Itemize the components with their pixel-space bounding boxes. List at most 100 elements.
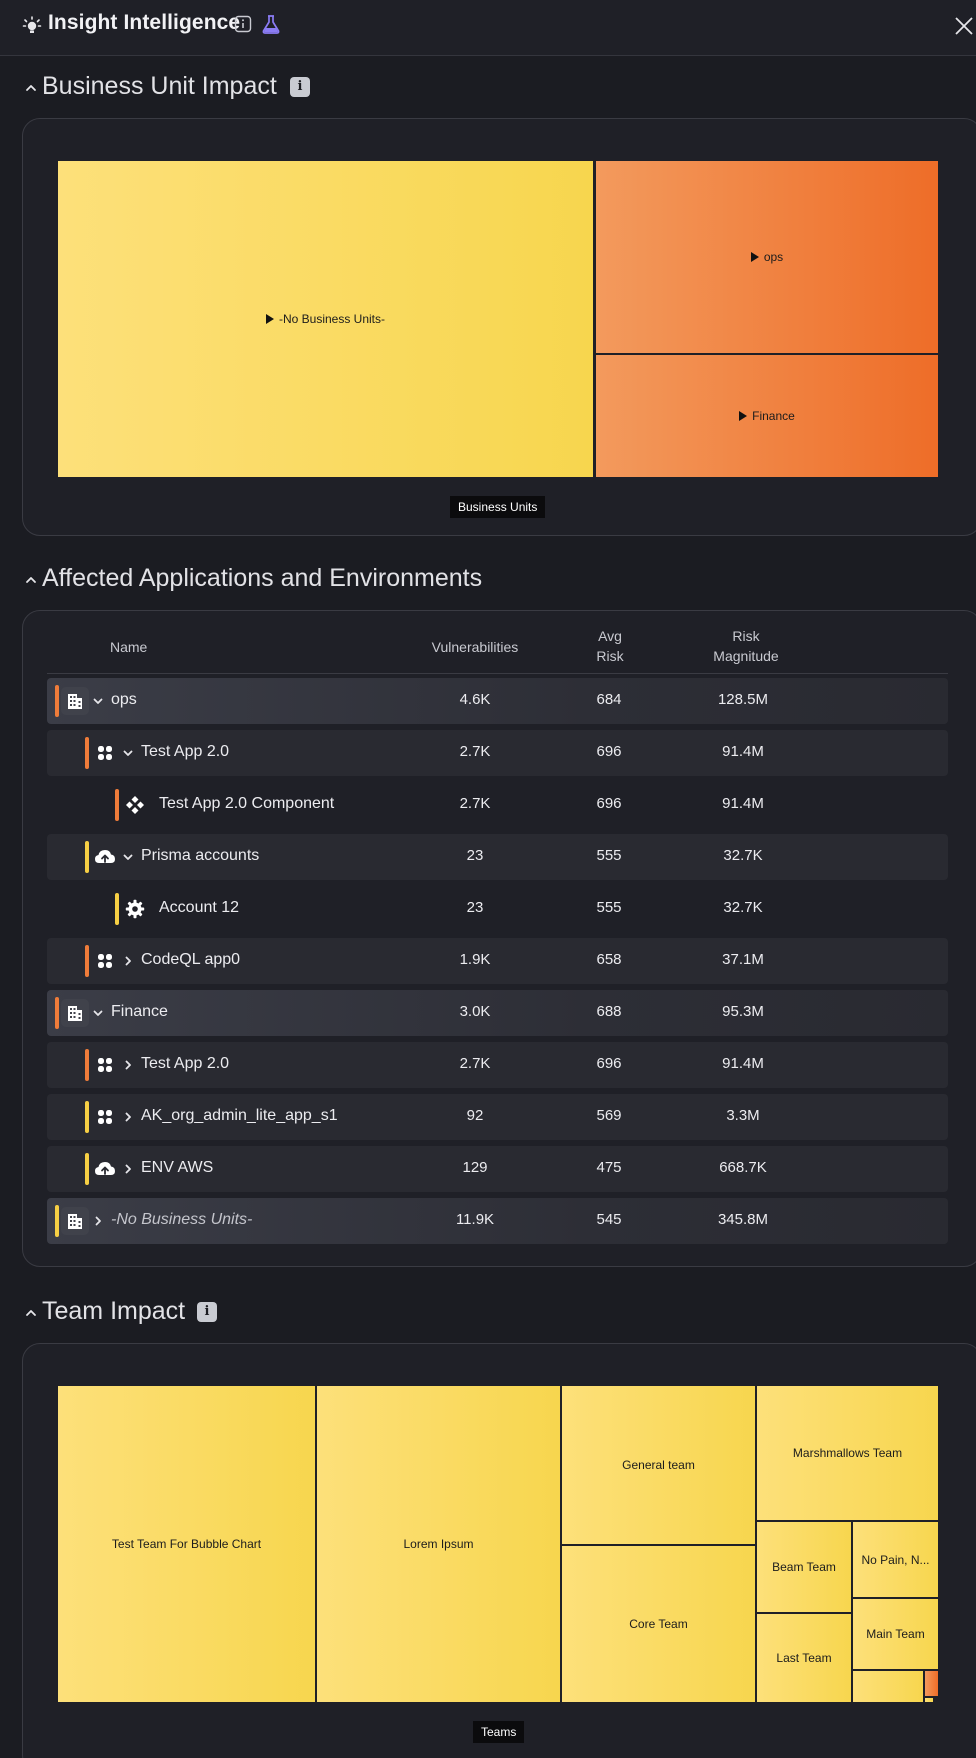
risk-accent-bar [85,1153,89,1185]
treemap-tile-team[interactable]: Beam Team [757,1522,851,1612]
row-risk-magnitude: 91.4M [722,795,764,812]
close-icon[interactable] [954,16,974,41]
row-name: ENV AWS [141,1159,214,1176]
column-header-avg-risk[interactable]: Avg Risk [560,626,660,666]
chevron-right-icon[interactable] [92,1214,104,1226]
treemap-tile-ops[interactable]: ops [596,161,938,353]
building-icon [61,1207,89,1235]
table-row[interactable]: Test App 2.0 2.7K 696 91.4M [47,1042,948,1088]
tile-label: No Pain, N... [861,1552,930,1567]
row-vulnerabilities: 129 [462,1159,488,1176]
row-avg-risk: 545 [596,1211,622,1228]
row-vulnerabilities: 2.7K [459,743,491,760]
row-risk-magnitude: 91.4M [722,1055,764,1072]
treemap-tile-team[interactable] [925,1698,933,1702]
row-name: CodeQL app0 [141,951,241,968]
treemap-tile-team[interactable]: Lorem Ipsum [317,1386,560,1702]
treemap-tile-no-business-units[interactable]: -No Business Units- [58,161,593,477]
row-risk-magnitude: 668.7K [719,1159,767,1176]
row-avg-risk: 696 [596,1055,622,1072]
tile-label: Lorem Ipsum [403,1537,474,1551]
treemap-tile-team[interactable] [853,1671,923,1702]
risk-accent-bar [55,997,59,1029]
business-unit-info-icon[interactable]: i [290,77,310,97]
expand-arrow-icon [265,314,274,324]
row-name: Account 12 [159,899,240,916]
expand-arrow-icon [739,411,748,421]
info-icon[interactable] [234,15,252,38]
table-header-divider [47,673,948,674]
table-row[interactable]: AK_org_admin_lite_app_s1 92 569 3.3M [47,1094,948,1140]
tile-label: Test Team For Bubble Chart [111,1537,262,1551]
chevron-right-icon[interactable] [122,954,134,966]
tile-label: Beam Team [772,1560,836,1574]
collapse-affected-apps-caret-icon[interactable] [24,573,38,587]
business-unit-impact-title: Business Unit Impact [42,72,277,100]
chevron-right-icon[interactable] [122,1162,134,1174]
gear-icon [121,895,149,923]
column-header-avg-risk-line1: Avg [598,628,622,644]
tile-label: ops [763,250,784,264]
chevron-right-icon[interactable] [122,1058,134,1070]
collapse-team-impact-caret-icon[interactable] [24,1306,38,1320]
tile-label: Finance [752,409,795,423]
treemap-tile-team[interactable] [925,1671,938,1696]
team-impact-info-icon[interactable]: i [197,1302,217,1322]
row-name: ops [111,691,137,708]
row-avg-risk: 688 [596,1003,622,1020]
team-impact-title: Team Impact [42,1297,186,1325]
tile-label: General team [622,1458,695,1472]
table-row[interactable]: Prisma accounts 23 555 32.7K [47,834,948,880]
cloud-upload-icon [91,1155,119,1183]
row-vulnerabilities: 2.7K [459,795,491,812]
risk-accent-bar [85,1101,89,1133]
chevron-down-icon[interactable] [92,694,104,706]
collapse-business-unit-caret-icon[interactable] [24,81,38,95]
treemap-tile-team[interactable]: Last Team [757,1614,851,1702]
chevron-down-icon[interactable] [122,850,134,862]
risk-accent-bar [85,945,89,977]
chevron-down-icon[interactable] [122,746,134,758]
column-header-risk-magnitude[interactable]: Risk Magnitude [686,626,806,666]
row-name: Finance [111,1003,168,1020]
chevron-down-icon[interactable] [92,1006,104,1018]
row-risk-magnitude: 32.7K [723,899,763,916]
row-name: Prisma accounts [141,847,260,864]
tile-label: Core Team [629,1617,688,1631]
treemap-tile-team[interactable]: Marshmallows Team [757,1386,938,1520]
table-row[interactable]: Test App 2.0 2.7K 696 91.4M [47,730,948,776]
table-row[interactable]: Finance 3.0K 688 95.3M [47,990,948,1036]
risk-accent-bar [85,841,89,873]
treemap-tile-team[interactable]: General team [562,1386,755,1544]
table-row[interactable]: Test App 2.0 Component 2.7K 696 91.4M [47,782,948,828]
treemap-tile-team[interactable]: Core Team [562,1546,755,1702]
row-vulnerabilities: 1.9K [459,951,491,968]
tile-label: -No Business Units- [278,312,386,326]
row-name: Test App 2.0 [141,1055,230,1072]
row-vulnerabilities: 4.6K [459,691,491,708]
apps-icon [91,947,119,975]
panel-header: Insight Intelligence [0,0,976,56]
cloud-upload-icon [91,843,119,871]
treemap-tile-team[interactable]: Main Team [853,1599,938,1669]
tile-label: Last Team [776,1651,832,1665]
table-row[interactable]: ops 4.6K 684 128.5M [47,678,948,724]
apps-icon [91,739,119,767]
row-risk-magnitude: 37.1M [722,951,764,968]
treemap-tile-team[interactable]: Test Team For Bubble Chart [58,1386,315,1702]
treemap-tile-finance[interactable]: Finance [596,355,938,477]
table-row[interactable]: Account 12 23 555 32.7K [47,886,948,932]
lightbulb-icon [22,15,42,40]
row-vulnerabilities: 2.7K [459,1055,491,1072]
tile-label: Marshmallows Team [792,1446,903,1460]
table-row[interactable]: -No Business Units- 11.9K 545 345.8M [47,1198,948,1244]
treemap-tile-team[interactable]: No Pain, N... [853,1522,938,1597]
column-header-name[interactable]: Name [110,637,147,657]
table-row[interactable]: CodeQL app0 1.9K 658 37.1M [47,938,948,984]
column-header-vulnerabilities[interactable]: Vulnerabilities [415,637,535,657]
chevron-right-icon[interactable] [122,1110,134,1122]
table-row[interactable]: ENV AWS 129 475 668.7K [47,1146,948,1192]
row-avg-risk: 658 [596,951,622,968]
row-avg-risk: 569 [596,1107,622,1124]
row-vulnerabilities: 3.0K [459,1003,491,1020]
